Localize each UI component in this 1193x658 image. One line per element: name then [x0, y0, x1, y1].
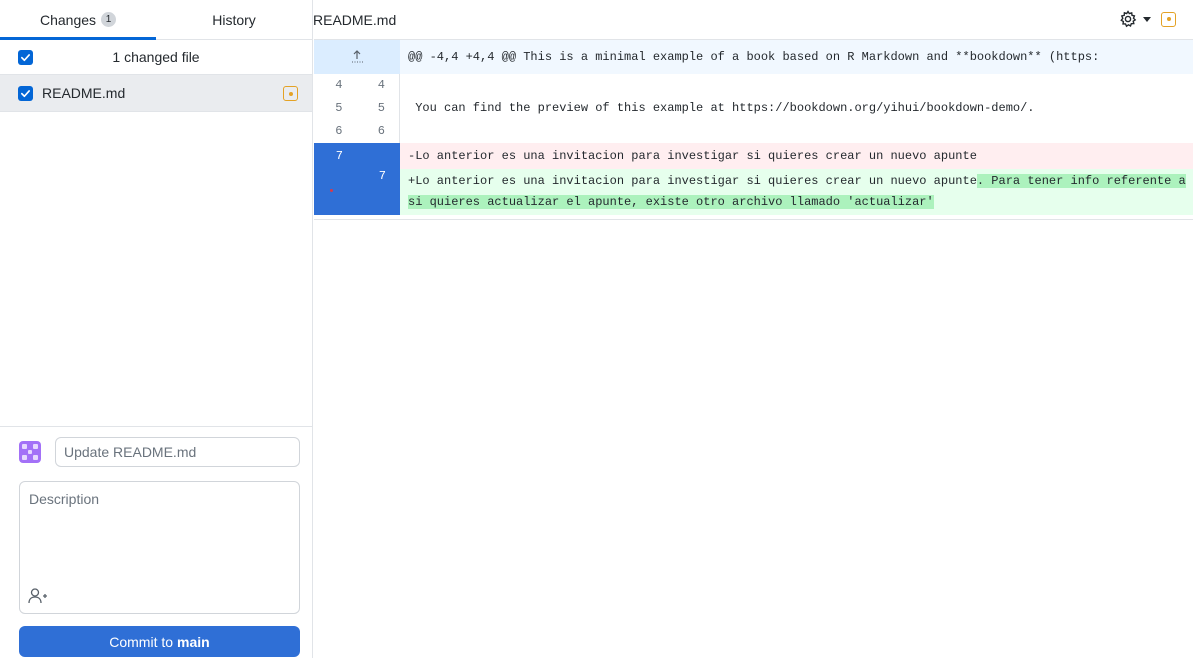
- avatar: [19, 441, 41, 463]
- commit-button-label: Commit to: [109, 633, 174, 650]
- diff-deleted-row[interactable]: 7 -Lo anterior es una invitacion para in…: [314, 143, 1193, 169]
- old-line-number: 7: [335, 149, 343, 163]
- expand-up-icon[interactable]: [351, 50, 363, 64]
- diff-context-row: 4 4: [314, 74, 1193, 97]
- old-line-number: [314, 169, 357, 215]
- new-line-number: 5: [377, 101, 385, 115]
- select-all-checkbox[interactable]: [18, 49, 33, 65]
- diff-added-row[interactable]: 7 +Lo anterior es una invitacion para in…: [314, 169, 1193, 215]
- whitespace-marker: [330, 189, 333, 192]
- commit-branch-name: main: [177, 633, 210, 650]
- changes-count-badge: 1: [101, 12, 117, 27]
- new-line-number: 4: [377, 78, 385, 92]
- checkmark-icon: [21, 53, 30, 61]
- file-modified-icon: [1161, 11, 1176, 27]
- diff-header: README.md: [313, 0, 1193, 40]
- checkmark-icon: [21, 89, 30, 97]
- add-coauthor-icon[interactable]: [28, 587, 48, 605]
- changed-files-count: 1 changed file: [112, 49, 200, 65]
- commit-description-box: [19, 481, 300, 614]
- changes-sidebar: Changes 1 History 1 changed file README.…: [0, 0, 313, 658]
- gear-icon[interactable]: [1119, 10, 1137, 28]
- diff-line-text: [400, 120, 1193, 143]
- hunk-header-row: @@ -4,4 +4,4 @@ This is a minimal exampl…: [314, 40, 1193, 74]
- new-line-number: 6: [377, 124, 385, 138]
- tab-history[interactable]: History: [156, 0, 312, 39]
- hunk-header-text: @@ -4,4 +4,4 @@ This is a minimal exampl…: [408, 50, 1100, 64]
- commit-summary-row: [19, 437, 300, 467]
- changed-file-row[interactable]: README.md: [0, 75, 312, 112]
- tab-history-label: History: [212, 11, 256, 28]
- old-line-number: 5: [335, 101, 343, 115]
- chevron-down-icon[interactable]: [1143, 16, 1151, 22]
- commit-form: Commit to main: [0, 426, 313, 658]
- diff-table: @@ -4,4 +4,4 @@ This is a minimal exampl…: [314, 40, 1193, 215]
- changed-file-name: README.md: [42, 85, 126, 101]
- diff-context-row: 5 5 You can find the preview of this exa…: [314, 97, 1193, 120]
- commit-summary-input[interactable]: [55, 437, 300, 467]
- old-line-number: 4: [335, 78, 343, 92]
- file-include-checkbox[interactable]: [18, 85, 33, 101]
- diff-line-text: [400, 74, 1193, 97]
- diff-file-path: README.md: [313, 11, 397, 28]
- commit-button[interactable]: Commit to main: [19, 626, 300, 657]
- added-line-text: +Lo anterior es una invitacion para inve…: [400, 169, 1193, 215]
- new-line-number: 7: [378, 169, 386, 183]
- expand-gutter[interactable]: [314, 40, 400, 74]
- added-line-plain: +Lo anterior es una invitacion para inve…: [408, 174, 977, 188]
- changes-header: 1 changed file: [0, 40, 312, 75]
- old-line-number: 6: [335, 124, 343, 138]
- commit-description-input[interactable]: [20, 482, 299, 582]
- tab-changes-label: Changes: [39, 11, 97, 28]
- tab-changes[interactable]: Changes 1: [0, 0, 156, 40]
- diff-line-text: You can find the preview of this example…: [408, 101, 1035, 115]
- diff-view: README.md @@ -4,4 +4,4 @@ This is a mini…: [313, 0, 1193, 658]
- sidebar-tabs: Changes 1 History: [0, 0, 312, 40]
- diff-context-row: 6 6: [314, 120, 1193, 143]
- deleted-line-text: -Lo anterior es una invitacion para inve…: [408, 149, 977, 163]
- file-modified-icon: [283, 86, 298, 101]
- diff-toolbar: [1119, 10, 1176, 28]
- diff-divider: [314, 219, 1193, 220]
- new-line-number: [357, 143, 400, 169]
